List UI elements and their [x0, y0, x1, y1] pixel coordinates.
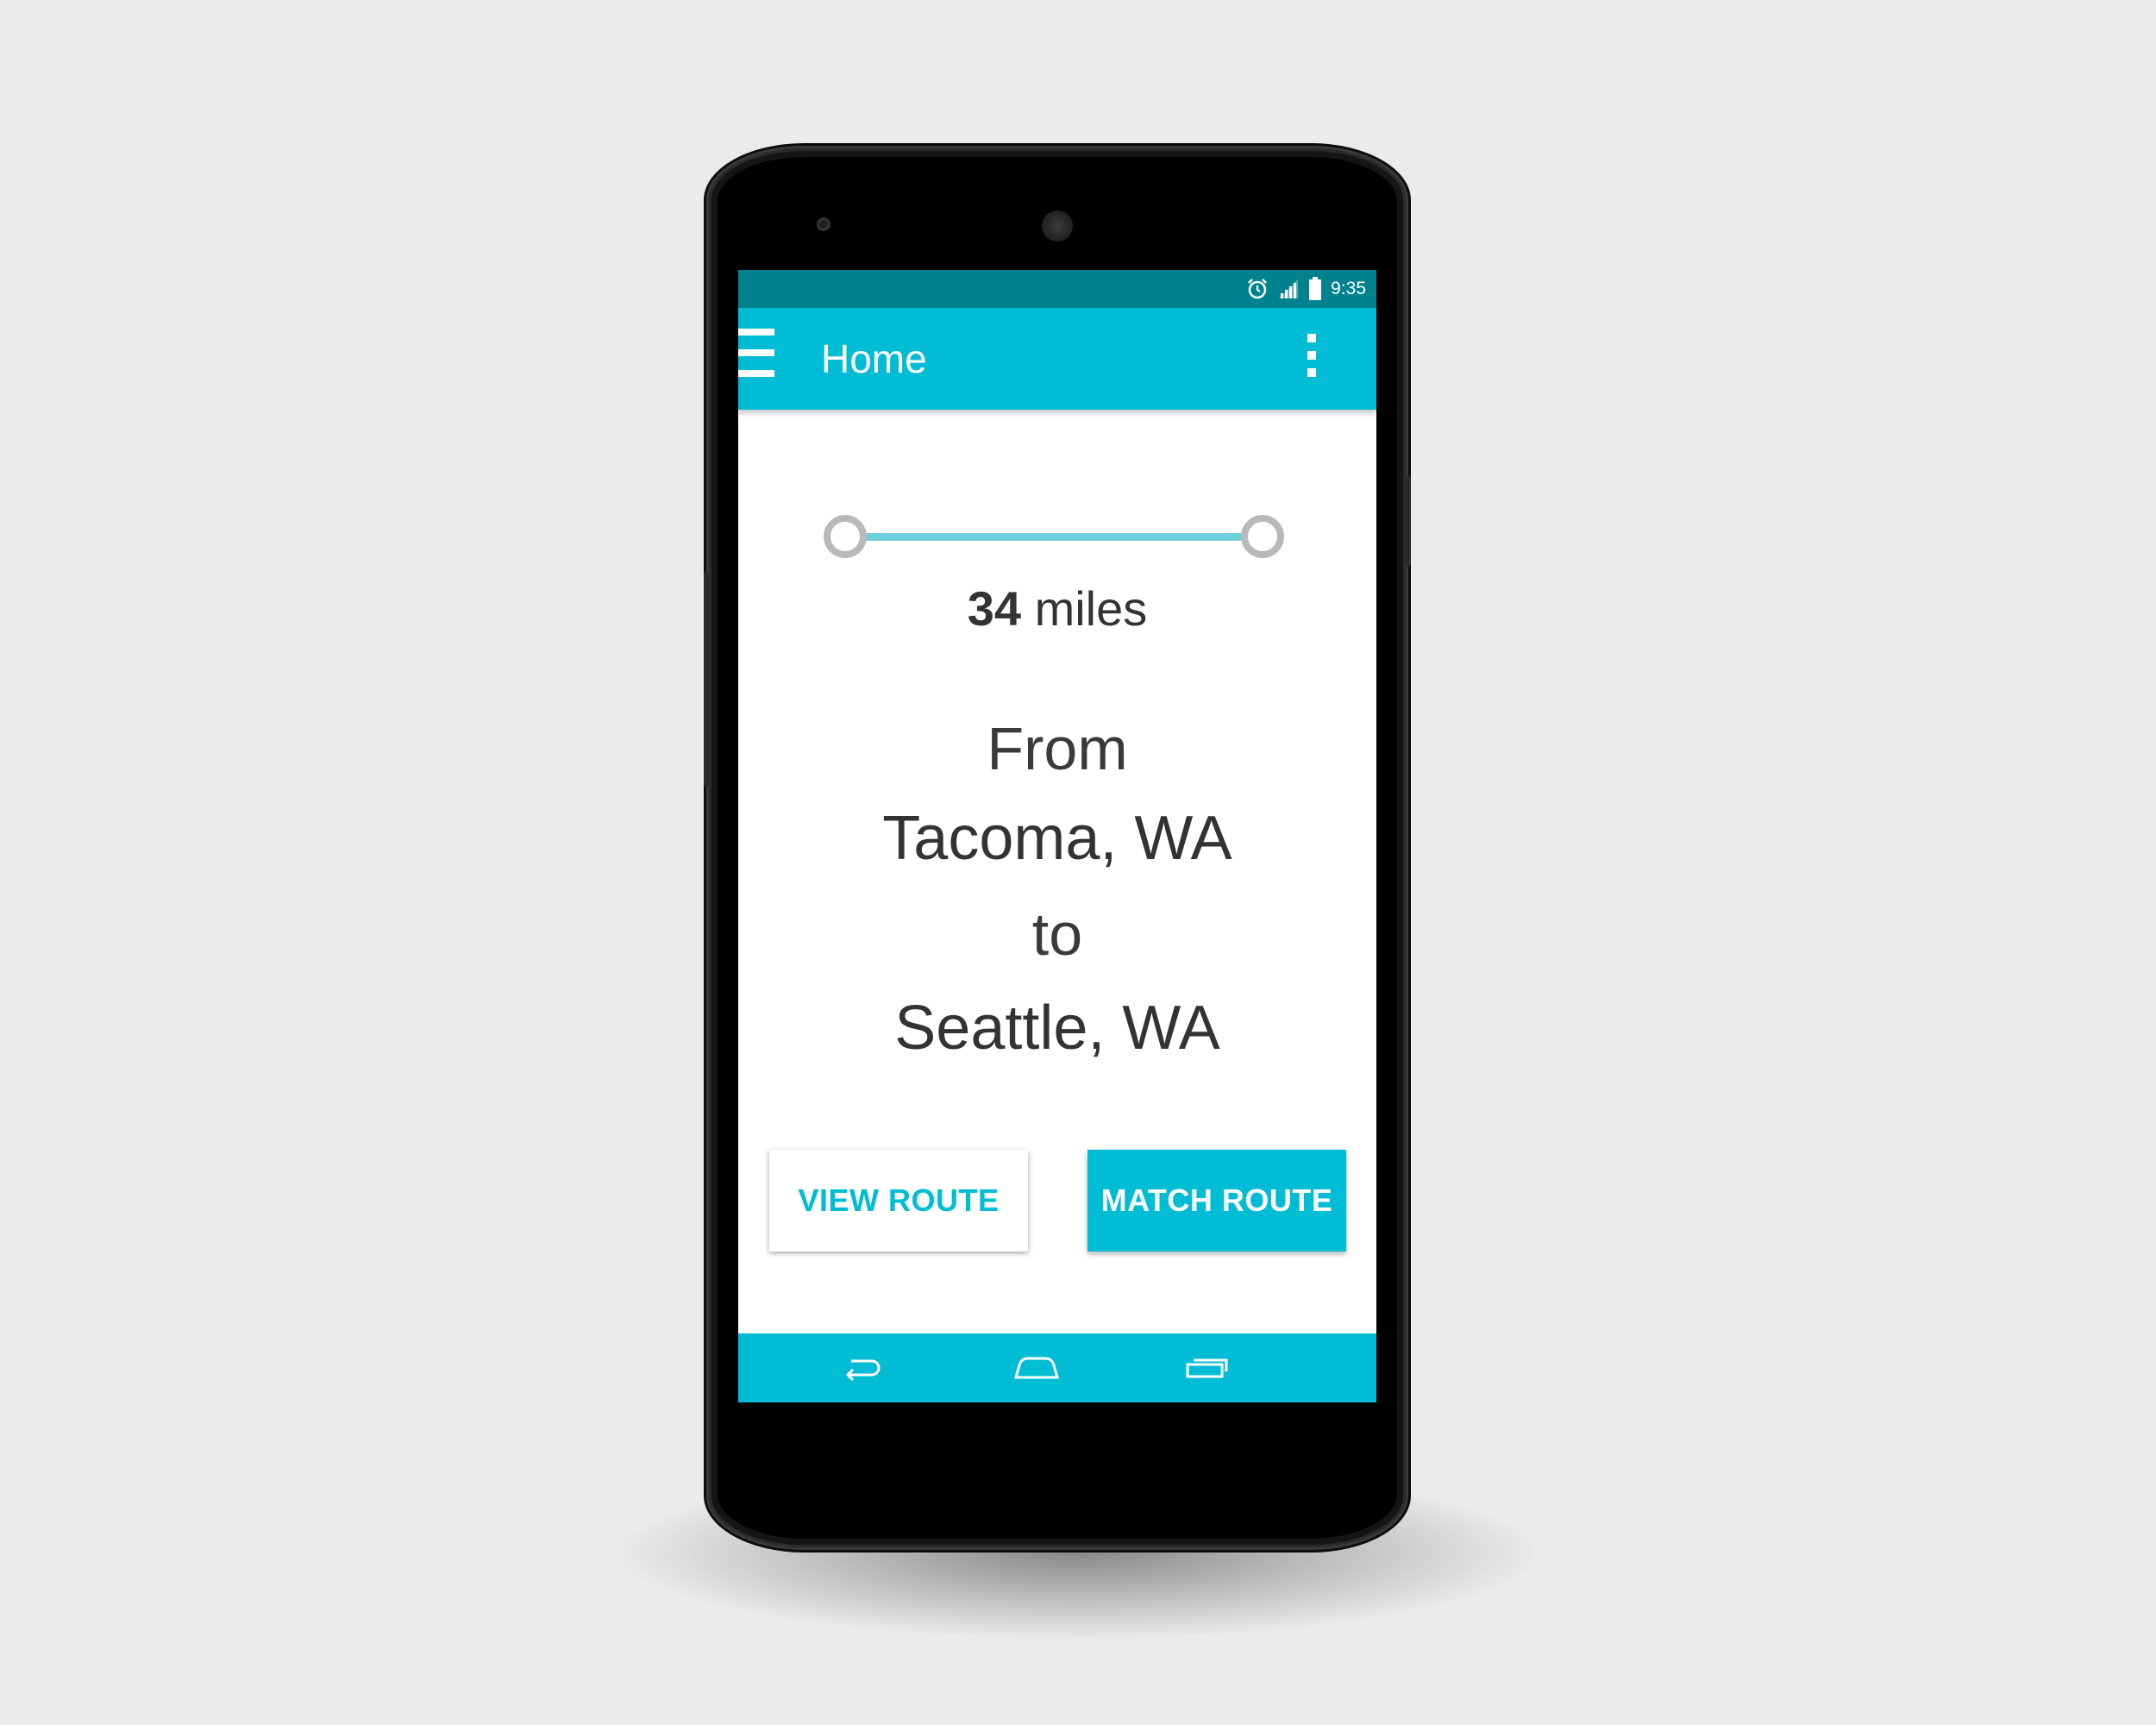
alarm-icon: [1248, 279, 1268, 299]
hamburger-menu-icon[interactable]: [738, 329, 774, 380]
recent-apps-icon[interactable]: [1156, 1333, 1259, 1402]
signal-icon: [1279, 279, 1299, 298]
status-time: 9:35: [1331, 279, 1366, 298]
status-bar: 9:35: [738, 270, 1376, 308]
distance-unit: miles: [1034, 581, 1148, 636]
distance-value: 34: [967, 581, 1022, 636]
more-vert-icon[interactable]: [1299, 334, 1325, 377]
page-title: Home: [821, 336, 927, 381]
earpiece-speaker: [1042, 210, 1073, 242]
volume-button: [704, 571, 709, 787]
route-line: [854, 533, 1257, 541]
from-label: From: [987, 715, 1128, 782]
battery-icon: [1309, 277, 1322, 300]
destination-city: Seattle, WA: [894, 994, 1220, 1063]
view-route-button[interactable]: VIEW ROUTE: [769, 1150, 1028, 1251]
power-button: [1406, 476, 1411, 567]
route-distance: 34 miles: [738, 580, 1376, 637]
home-icon[interactable]: [985, 1333, 1088, 1402]
phone-device: 9:35 Home 34 miles From Tacoma, WA to Se…: [704, 148, 1411, 1547]
status-icons: 9:35: [1246, 270, 1366, 308]
to-label: to: [1031, 900, 1083, 968]
match-route-button[interactable]: MATCH ROUTE: [1087, 1150, 1346, 1251]
navigation-bar: [738, 1333, 1376, 1402]
route-end-point: [1241, 515, 1284, 558]
back-icon[interactable]: [810, 1333, 913, 1402]
app-screen: 9:35 Home 34 miles From Tacoma, WA to Se…: [738, 270, 1376, 1402]
route-start-point: [824, 515, 867, 558]
origin-city: Tacoma, WA: [882, 804, 1232, 873]
app-bar: Home: [738, 308, 1376, 410]
front-camera-icon: [817, 217, 830, 231]
